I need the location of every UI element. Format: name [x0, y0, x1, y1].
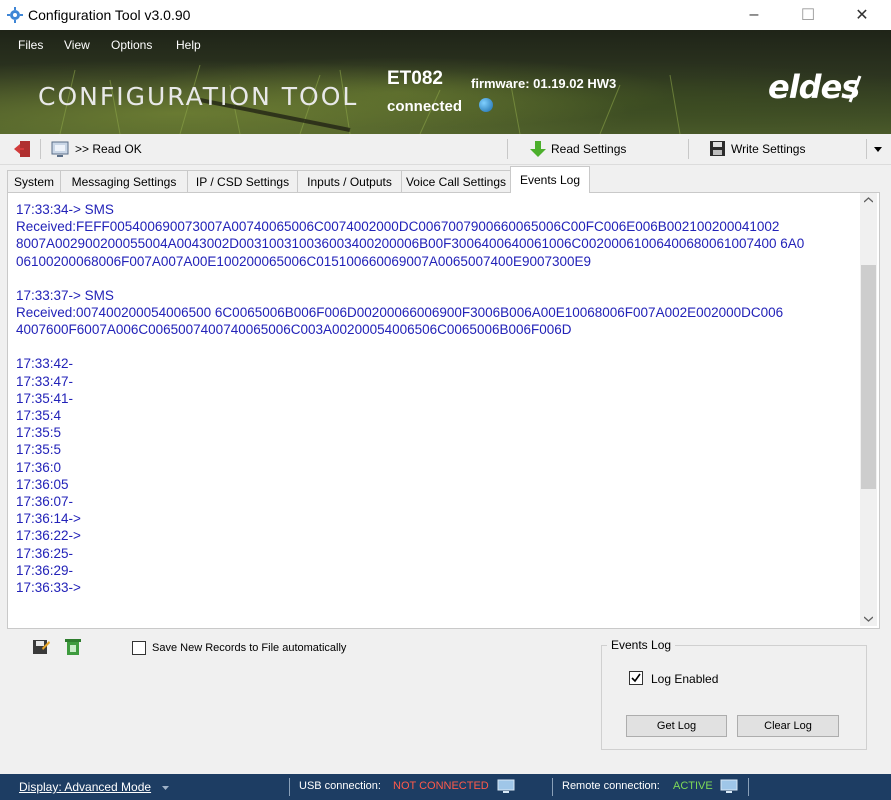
- remote-connection-status: ACTIVE: [673, 780, 713, 792]
- log-entry-time: 17:36:33->: [16, 580, 81, 596]
- log-entry-time: 17:36:0: [16, 459, 62, 475]
- read-status: >> Read OK: [75, 142, 142, 156]
- log-entry-time: 17:35:41-: [16, 390, 74, 406]
- exit-icon[interactable]: [14, 140, 32, 158]
- connection-status: connected: [387, 98, 463, 115]
- scrollbar-thumb[interactable]: [861, 265, 876, 489]
- log-enabled-checkbox[interactable]: [629, 671, 643, 685]
- autosave-checkbox[interactable]: [132, 641, 146, 655]
- log-entry-time: 17:36:05: [16, 476, 69, 492]
- log-entry-body: Received:FEFF005400690073007A00740065006…: [16, 219, 780, 235]
- toolbar-separator: [507, 139, 508, 159]
- tab-inputs-outputs[interactable]: Inputs / Outputs: [297, 170, 402, 192]
- log-entry-time: 17:36:22->: [16, 528, 81, 544]
- log-entry-head: 17:33:37-> SMS: [16, 287, 114, 303]
- scroll-up-icon[interactable]: [864, 197, 873, 203]
- title-bar: Configuration Tool v3.0.90 – ☐ ✕: [0, 0, 891, 30]
- checkmark-icon: [631, 673, 641, 683]
- toolbar-separator: [866, 139, 867, 159]
- read-settings-button[interactable]: Read Settings: [528, 138, 678, 160]
- globe-icon: [479, 98, 493, 112]
- chevron-down-icon[interactable]: [162, 786, 169, 790]
- window-title: Configuration Tool v3.0.90: [28, 7, 191, 23]
- toolbar-separator: [40, 139, 41, 159]
- log-entry-time: 17:36:25-: [16, 545, 74, 561]
- tab-system[interactable]: System: [7, 170, 61, 192]
- log-scrollbar[interactable]: [860, 193, 877, 626]
- read-settings-label: Read Settings: [551, 142, 627, 156]
- events-log-panel: 17:33:34-> SMS Received:FEFF005400690073…: [7, 192, 880, 629]
- remote-connection-label: Remote connection:: [562, 780, 660, 792]
- usb-connection-label: USB connection:: [299, 780, 381, 792]
- device-monitor-icon: [51, 141, 69, 157]
- minimize-button[interactable]: –: [731, 0, 777, 30]
- log-entry-time: 17:35:5: [16, 425, 62, 441]
- log-entry-body: 8007A002900200055004A0043002D00310031003…: [16, 236, 805, 252]
- log-entry-body: 4007600F6007A006C0065007400740065006C003…: [16, 322, 572, 338]
- write-settings-label: Write Settings: [731, 142, 806, 156]
- maximize-button[interactable]: ☐: [785, 0, 831, 30]
- get-log-button[interactable]: Get Log: [626, 715, 727, 737]
- scroll-down-icon[interactable]: [864, 616, 873, 622]
- log-entry-body: Received:007400200054006500 6C0065006B00…: [16, 305, 784, 321]
- tab-ip-csd-settings[interactable]: IP / CSD Settings: [187, 170, 298, 192]
- tab-events-log[interactable]: Events Log: [510, 166, 590, 193]
- display-mode-link[interactable]: Display: Advanced Mode: [19, 780, 151, 794]
- log-entry-time: 17:33:47-: [16, 373, 74, 389]
- log-enabled-label: Log Enabled: [651, 672, 719, 686]
- events-log-group-title: Events Log: [607, 638, 676, 652]
- log-time-list: 17:33:42- 17:33:47- 17:35:41- 17:35:4 17:35:…: [16, 355, 856, 596]
- log-entry-time: 17:36:14->: [16, 511, 81, 527]
- usb-monitor-icon: [497, 779, 515, 793]
- autosave-label: Save New Records to File automatically: [152, 642, 347, 654]
- events-log-text[interactable]: 17:33:34-> SMS Received:FEFF005400690073…: [16, 193, 856, 625]
- device-model: ET082: [387, 68, 443, 89]
- download-arrow-icon: [530, 141, 546, 157]
- logo-slash-decoration: [848, 75, 862, 103]
- log-entry-time: 17:33:42-: [16, 356, 74, 372]
- log-entry-body: 06100200068006F007A007A00E100200065006C0…: [16, 253, 592, 269]
- usb-connection-status: NOT CONNECTED: [393, 780, 489, 792]
- statusbar-separator: [552, 778, 553, 796]
- menu-options[interactable]: Options: [111, 38, 152, 52]
- log-entry-head: 17:33:34-> SMS: [16, 202, 114, 217]
- menu-view[interactable]: View: [64, 38, 90, 52]
- gear-icon: [7, 7, 23, 23]
- header-banner: Files View Options Help CONFIGURATION TO…: [0, 30, 891, 134]
- log-entry-time: 17:35:4: [16, 408, 62, 424]
- log-entry-time: 17:36:07-: [16, 494, 74, 510]
- tab-voice-call-settings[interactable]: Voice Call Settings: [401, 170, 511, 192]
- app-banner-title: CONFIGURATION TOOL: [38, 82, 359, 111]
- menu-files[interactable]: Files: [18, 38, 43, 52]
- remote-monitor-icon: [720, 779, 738, 793]
- toolbar-separator: [688, 139, 689, 159]
- clear-log-button[interactable]: Clear Log: [737, 715, 839, 737]
- tab-messaging-settings[interactable]: Messaging Settings: [60, 170, 188, 192]
- toolbar: >> Read OK Read Settings Write Settings: [0, 134, 891, 165]
- log-entry-time: 17:36:29-: [16, 562, 74, 578]
- save-log-icon[interactable]: [32, 638, 50, 656]
- clear-log-icon[interactable]: [65, 638, 81, 656]
- eldes-logo: eldes: [768, 68, 860, 106]
- dropdown-arrow-icon[interactable]: [874, 147, 882, 152]
- statusbar-separator: [289, 778, 290, 796]
- status-bar: Display: Advanced Mode USB connection: N…: [0, 774, 891, 800]
- menu-help[interactable]: Help: [176, 38, 201, 52]
- statusbar-separator: [748, 778, 749, 796]
- close-button[interactable]: ✕: [839, 0, 885, 30]
- log-entry-time: 17:35:5: [16, 442, 62, 458]
- floppy-disk-icon: [710, 141, 725, 156]
- write-settings-button[interactable]: Write Settings: [707, 138, 857, 160]
- firmware-version: firmware: 01.19.02 HW3: [471, 76, 617, 91]
